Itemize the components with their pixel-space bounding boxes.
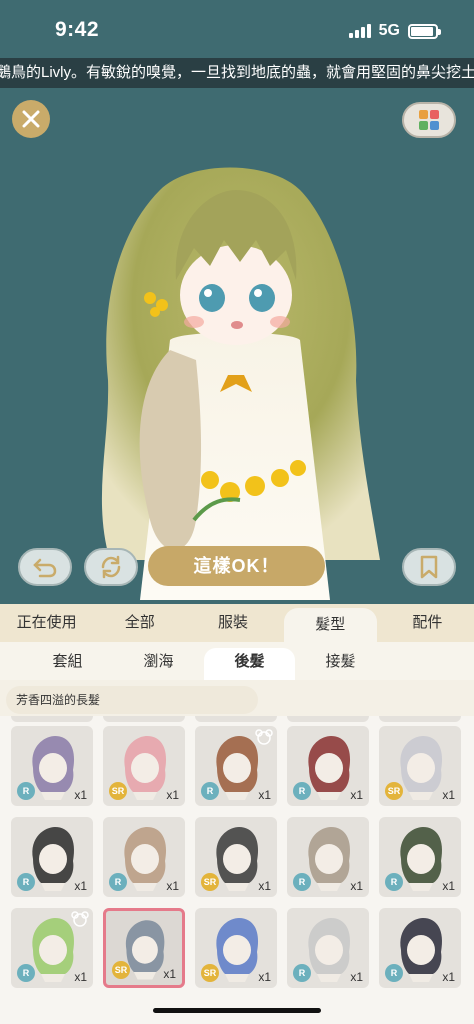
item-quantity: x1 xyxy=(163,967,176,981)
item-quantity: x1 xyxy=(74,788,87,802)
left-eye xyxy=(199,284,225,312)
item-quantity: x1 xyxy=(442,879,455,893)
tab-0[interactable]: 正在使用 xyxy=(0,604,93,642)
battery-icon xyxy=(408,23,441,39)
item-card-partial[interactable] xyxy=(379,716,461,722)
hair-item-card[interactable]: SR x1 xyxy=(379,726,461,806)
rarity-badge: R xyxy=(17,873,35,891)
close-button[interactable] xyxy=(12,100,50,138)
tab-2[interactable]: 服裝 xyxy=(186,604,279,642)
item-quantity: x1 xyxy=(166,788,179,802)
status-time: 9:42 xyxy=(55,18,100,41)
home-indicator[interactable] xyxy=(153,1008,321,1013)
subcategory-tabs: 套組 瀏海 後髮 接髮 xyxy=(0,642,474,680)
item-quantity: x1 xyxy=(350,879,363,893)
hair-item-card[interactable]: SR x1 xyxy=(195,817,277,897)
right-eye xyxy=(249,284,275,312)
hair-item-card[interactable]: Rx1 xyxy=(287,817,369,897)
rarity-badge: R xyxy=(385,873,403,891)
undo-button[interactable] xyxy=(18,548,72,586)
subtab-3[interactable]: 接髮 xyxy=(295,648,386,680)
hair-item-card[interactable]: Rx1 xyxy=(11,726,93,806)
rarity-badge: SR xyxy=(112,961,130,979)
hair-item-card[interactable]: Rx1 xyxy=(103,817,185,897)
signal-icon xyxy=(348,24,371,38)
rarity-badge: R xyxy=(293,873,311,891)
rotate-icon xyxy=(101,555,121,579)
item-quantity: x1 xyxy=(74,970,87,984)
rarity-badge: R xyxy=(17,964,35,982)
rarity-badge: R xyxy=(293,782,311,800)
hair-item-card[interactable]: Rx1 xyxy=(287,908,369,988)
rarity-badge: SR xyxy=(109,782,127,800)
rarity-badge: R xyxy=(109,873,127,891)
hair-item-card[interactable]: SR x1 xyxy=(103,726,185,806)
hair-item-card[interactable]: Rx1 xyxy=(287,726,369,806)
close-icon xyxy=(22,110,40,128)
closet-panel: 正在使用 全部 服裝 髮型 配件 套組 瀏海 後髮 接髮 芳香四溢的長髮 Rx1 SR x1 Rx1… xyxy=(0,604,474,1024)
rarity-badge: SR xyxy=(385,782,403,800)
subtab-2[interactable]: 後髮 xyxy=(204,648,295,680)
item-quantity: x1 xyxy=(442,788,455,802)
item-quantity: x1 xyxy=(74,879,87,893)
rarity-badge: SR xyxy=(201,873,219,891)
undo-icon xyxy=(33,558,57,578)
confirm-button[interactable]: 這樣OK！ xyxy=(148,546,325,586)
hair-item-card[interactable]: Rx1 xyxy=(195,726,277,806)
color-palette-button[interactable] xyxy=(402,102,456,138)
subtab-1[interactable]: 瀏海 xyxy=(113,648,204,680)
hair-item-card[interactable]: SR x1 xyxy=(103,908,185,988)
rarity-badge: SR xyxy=(201,964,219,982)
palette-grid-icon xyxy=(419,110,439,130)
rotate-button[interactable] xyxy=(84,548,138,586)
hair-item-card[interactable]: Rx1 xyxy=(11,817,93,897)
hair-item-card[interactable]: Rx1 xyxy=(379,817,461,897)
item-card-partial[interactable] xyxy=(195,716,277,722)
rarity-badge: R xyxy=(385,964,403,982)
hair-item-card[interactable]: Rx1 xyxy=(11,908,93,988)
avatar-preview xyxy=(101,167,381,600)
tab-4[interactable]: 配件 xyxy=(381,604,474,642)
item-card-partial[interactable] xyxy=(103,716,185,722)
ticker-text: 鵝鳥的Livly。有敏銳的嗅覺，一旦找到地底的蟲，就會用堅固的鼻尖挖土 xyxy=(0,64,474,81)
rarity-badge: R xyxy=(17,782,35,800)
item-quantity: x1 xyxy=(350,788,363,802)
tab-3[interactable]: 髮型 xyxy=(283,608,377,642)
item-quantity: x1 xyxy=(258,970,271,984)
selected-item-name: 芳香四溢的長髮 xyxy=(6,686,258,714)
tab-1[interactable]: 全部 xyxy=(93,604,186,642)
item-quantity: x1 xyxy=(258,879,271,893)
category-tabs: 正在使用 全部 服裝 髮型 配件 xyxy=(0,604,474,642)
bear-badge-icon xyxy=(255,729,273,745)
item-card-partial[interactable] xyxy=(11,716,93,722)
network-label: 5G xyxy=(378,22,400,39)
bookmark-icon xyxy=(420,555,438,579)
bear-badge-icon xyxy=(71,911,89,927)
battery-level xyxy=(411,26,433,36)
rarity-badge: R xyxy=(201,782,219,800)
status-bar: 9:42 5G xyxy=(0,0,474,58)
mouth xyxy=(231,321,243,329)
status-indicators: 5G xyxy=(348,22,441,40)
item-quantity: x1 xyxy=(166,879,179,893)
item-quantity: x1 xyxy=(350,970,363,984)
info-ticker: 鵝鳥的Livly。有敏銳的嗅覺，一旦找到地底的蟲，就會用堅固的鼻尖挖土 xyxy=(0,58,474,88)
hair-item-card[interactable]: SR x1 xyxy=(195,908,277,988)
rarity-badge: R xyxy=(293,964,311,982)
subtab-0[interactable]: 套組 xyxy=(22,648,113,680)
item-card-partial[interactable] xyxy=(287,716,369,722)
item-quantity: x1 xyxy=(442,970,455,984)
item-grid[interactable]: Rx1 SR x1 Rx1 Rx1 SR x1 Rx1 Rx1 SR x1 Rx1 Rx1 Rx1 SR x1… xyxy=(0,716,474,1024)
bookmark-button[interactable] xyxy=(402,548,456,586)
hair-item-card[interactable]: Rx1 xyxy=(379,908,461,988)
item-quantity: x1 xyxy=(258,788,271,802)
